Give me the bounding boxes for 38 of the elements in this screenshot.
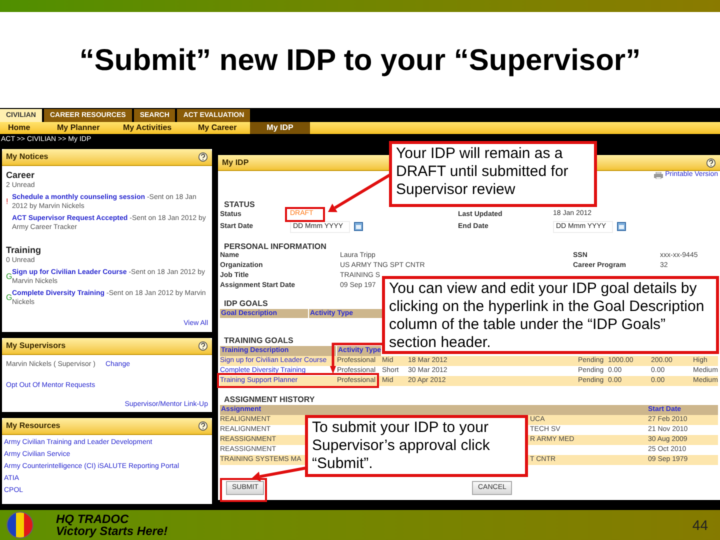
callout: To submit your IDP to your Supervisor’s approval click “Submit”.	[305, 415, 528, 477]
menu-item[interactable]: My Career	[198, 122, 250, 134]
flag-mark: G	[6, 293, 11, 304]
menu-item[interactable]: My Activities	[123, 122, 198, 134]
calendar-icon	[354, 222, 363, 231]
highlight-frame	[220, 478, 267, 502]
help-icon	[198, 341, 208, 351]
menu-item[interactable]: My IDP	[250, 122, 310, 134]
help-icon	[198, 421, 208, 431]
calendar-icon	[617, 222, 626, 231]
panel-title: My Notices	[6, 151, 48, 163]
page-number: 44	[692, 516, 708, 534]
help-icon	[198, 152, 208, 162]
group-heading: Career	[6, 169, 36, 181]
highlight-frame	[285, 207, 325, 222]
slide-title: “Submit” new IDP to your “Supervisor”	[79, 42, 641, 78]
footer-motto: Victory Starts Here!	[56, 525, 168, 537]
footer-org: HQ TRADOC	[56, 513, 130, 525]
callout: You can view and edit your IDP goal details by clicking on the hyperlink in the Goal Description column of the table under the “IDP Goals” section header.	[382, 276, 719, 354]
group-heading: Training	[6, 244, 42, 256]
menu-item[interactable]: Home	[8, 122, 57, 134]
section-heading: STATUS	[223, 200, 255, 209]
panel-title: My Supervisors	[6, 340, 66, 352]
panel-title: My Resources	[6, 420, 60, 432]
section-heading: PERSONAL INFORMATION	[223, 242, 326, 251]
section-heading: ASSIGNMENT HISTORY	[223, 395, 315, 404]
flag-mark: !	[6, 196, 10, 208]
panel-title: My IDP	[222, 156, 249, 168]
section-heading: TRAINING GOALS	[223, 336, 294, 345]
help-icon	[706, 158, 716, 168]
callout: Your IDP will remain as a DRAFT until submitted for Supervisor review	[389, 141, 597, 207]
printer-icon	[654, 172, 664, 179]
arrow	[252, 466, 306, 482]
section-heading: IDP GOALS	[223, 299, 268, 308]
logo-icon	[6, 511, 34, 539]
flag-mark: G	[6, 272, 11, 283]
arrow	[330, 342, 383, 374]
menu-item[interactable]: My Planner	[57, 122, 123, 134]
